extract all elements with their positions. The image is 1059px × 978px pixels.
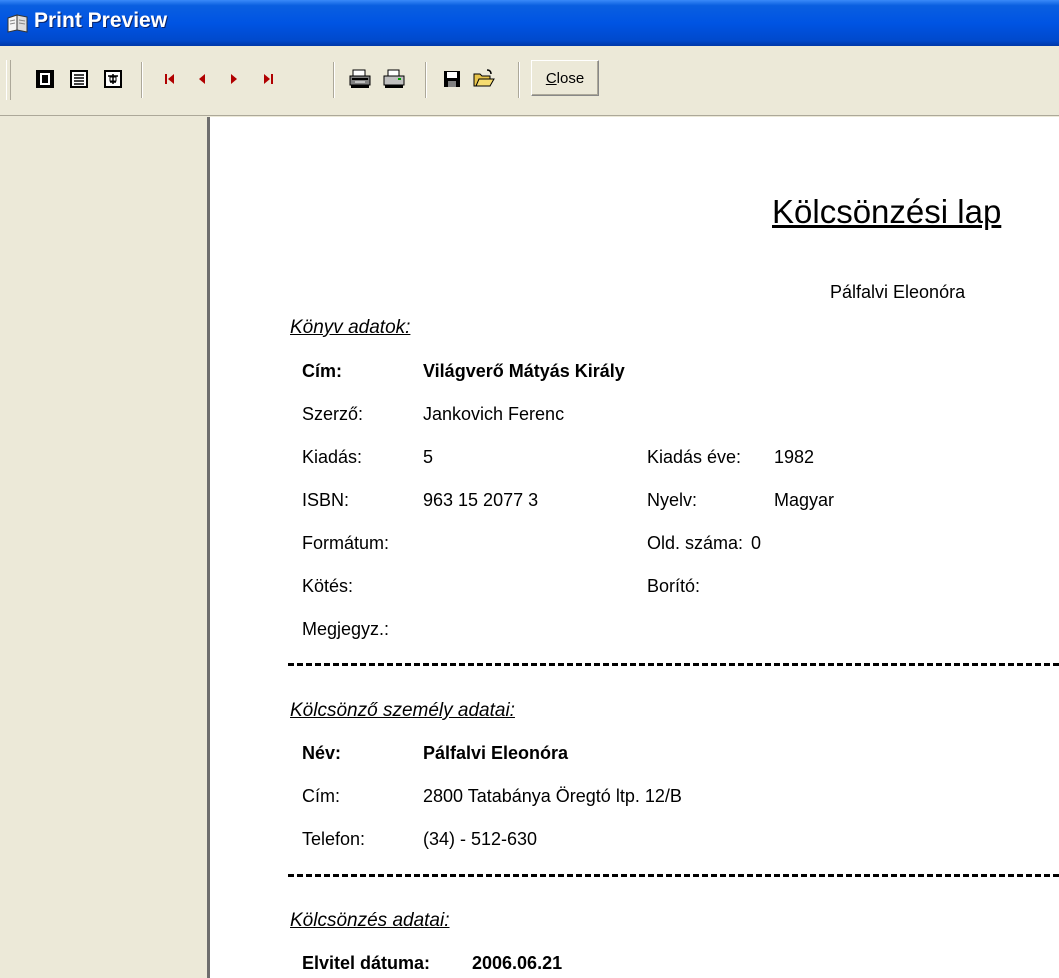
page-width-icon: [68, 68, 90, 90]
borrower-address-label: Cím:: [302, 786, 340, 806]
toolbar: Close: [0, 46, 1059, 116]
open-folder-icon: [472, 68, 496, 90]
year-label: Kiadás éve:: [647, 447, 742, 467]
loan-section-heading: Kölcsönzés adatai:: [290, 910, 450, 931]
first-page-icon: [162, 71, 178, 87]
open-button[interactable]: [469, 64, 499, 94]
toolbar-separator: [425, 62, 427, 98]
prev-page-button[interactable]: [187, 64, 217, 94]
isbn-value: 963 15 2077 3: [423, 490, 539, 510]
print-setup-button[interactable]: [345, 64, 375, 94]
fit-page-icon: [102, 68, 124, 90]
book-app-icon: [6, 12, 30, 34]
toolbar-separator: [333, 62, 335, 98]
report-title: Kölcsönzési lap: [772, 193, 1002, 230]
one-page-button[interactable]: [30, 64, 60, 94]
print-setup-icon: [348, 68, 372, 90]
book-section-heading: Könyv adatok:: [290, 317, 411, 338]
borrower-address-value: 2800 Tatabánya Öregtó ltp. 12/B: [423, 786, 682, 806]
side-panel: [0, 117, 207, 978]
save-icon: [442, 69, 462, 89]
next-page-icon: [226, 71, 242, 87]
borrower-name-value: Pálfalvi Eleonóra: [423, 743, 569, 763]
next-page-button[interactable]: [219, 64, 249, 94]
loan-date-label: Elvitel dátuma:: [302, 953, 431, 973]
borrower-section-heading: Kölcsönző személy adatai:: [290, 700, 515, 721]
section-divider: [288, 874, 1059, 877]
cover-label: Borító:: [647, 576, 701, 596]
save-button[interactable]: [437, 64, 467, 94]
last-page-button[interactable]: [253, 64, 283, 94]
close-button[interactable]: Close: [531, 60, 599, 96]
first-page-button[interactable]: [155, 64, 185, 94]
year-value: 1982: [774, 447, 815, 467]
format-label: Formátum:: [302, 533, 390, 553]
report-subtitle: Pálfalvi Eleonóra: [830, 282, 966, 302]
toolbar-separator: [518, 62, 520, 98]
section-divider: [288, 663, 1059, 666]
fit-page-button[interactable]: [98, 64, 128, 94]
borrower-name-label: Név:: [302, 743, 342, 763]
print-icon: [382, 68, 406, 90]
language-label: Nyelv:: [647, 490, 698, 510]
loan-date-value: 2006.06.21: [472, 953, 563, 973]
language-value: Magyar: [774, 490, 835, 510]
borrower-phone-value: (34) - 512-630: [423, 829, 538, 849]
note-label: Megjegyz.:: [302, 619, 390, 639]
edition-value: 5: [423, 447, 434, 467]
isbn-label: ISBN:: [302, 490, 350, 510]
close-button-label: lose: [556, 69, 585, 87]
toolbar-grip[interactable]: [6, 60, 11, 100]
window-title: Print Preview: [34, 9, 168, 32]
pages-value: 0: [751, 533, 762, 553]
page-width-button[interactable]: [64, 64, 94, 94]
author-value: Jankovich Ferenc: [423, 404, 565, 424]
edition-label: Kiadás:: [302, 447, 363, 467]
borrower-phone-label: Telefon:: [302, 829, 366, 849]
last-page-icon: [260, 71, 276, 87]
author-label: Szerző:: [302, 404, 364, 424]
prev-page-icon: [194, 71, 210, 87]
pages-label: Old. száma:: [647, 533, 744, 553]
book-title-value: Világverő Mátyás Király: [423, 361, 625, 381]
close-button-mnemonic: C: [545, 69, 557, 87]
one-page-icon: [34, 68, 56, 90]
report-page[interactable]: Kölcsönzési lap Pálfalvi Eleonóra Könyv …: [210, 117, 1059, 978]
print-button[interactable]: [379, 64, 409, 94]
toolbar-separator: [141, 62, 143, 98]
binding-label: Kötés:: [302, 576, 354, 596]
book-title-label: Cím:: [302, 361, 342, 381]
title-bar[interactable]: Print Preview: [0, 0, 1059, 46]
